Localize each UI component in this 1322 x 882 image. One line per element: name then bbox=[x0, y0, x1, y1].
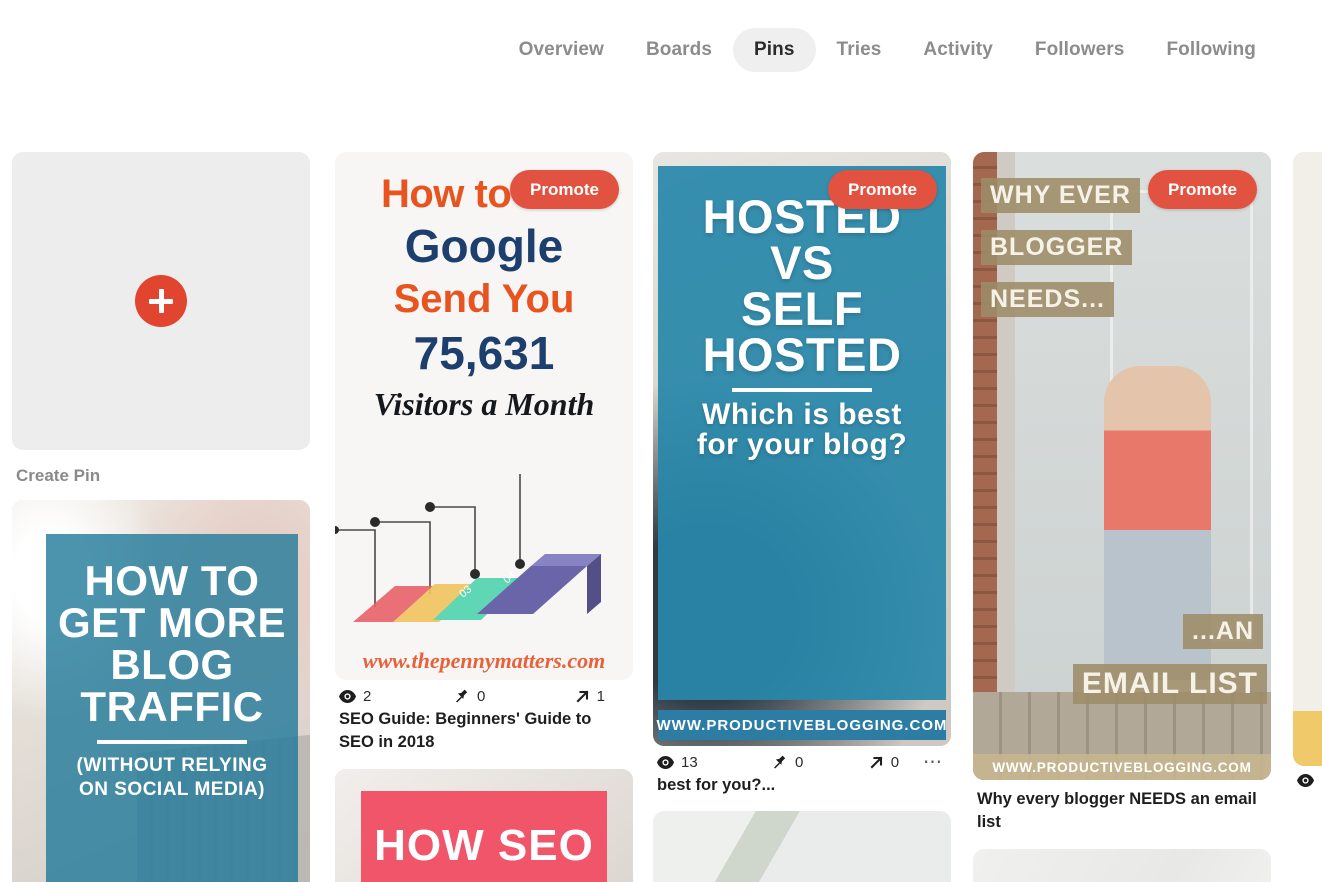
tab-overview[interactable]: Overview bbox=[498, 28, 625, 72]
stat-impressions-value: 2 bbox=[363, 688, 372, 705]
stat-clicks-value: 1 bbox=[596, 688, 605, 705]
pin-art-line-1: HOW SEO bbox=[361, 790, 607, 882]
pin-art-line-1: HOW TO bbox=[84, 557, 260, 604]
grid-column-5 bbox=[1293, 100, 1322, 803]
stat-saves: 0 bbox=[455, 688, 551, 705]
stat-clicks: 1 bbox=[551, 688, 629, 705]
tab-tries[interactable]: Tries bbox=[816, 28, 903, 72]
pin-art-line-3: Send You bbox=[393, 277, 575, 321]
stat-saves-value: 0 bbox=[795, 754, 804, 771]
nav-list: Overview Boards Pins Tries Activity Foll… bbox=[498, 28, 1277, 72]
pin-stats-row bbox=[1293, 766, 1322, 789]
stat-clicks-value: 0 bbox=[890, 754, 900, 771]
pin-art-line-4: ...AN bbox=[1183, 614, 1263, 649]
grid-column-1: Create Pin HOW TO GET MORE BLOG TRAFFIC … bbox=[12, 100, 310, 882]
tab-activity[interactable]: Activity bbox=[902, 28, 1013, 72]
stat-impressions: 13 bbox=[657, 754, 773, 771]
pin-art-line-2: BLOGGER bbox=[981, 230, 1133, 265]
stat-impressions bbox=[1297, 774, 1322, 787]
stat-impressions: 2 bbox=[339, 688, 455, 705]
grid-top-fade bbox=[0, 100, 1322, 140]
pin-image-email-list[interactable]: WHY EVER BLOGGER NEEDS... ...AN EMAIL LI… bbox=[973, 152, 1271, 780]
pin-art-line-3: SELF bbox=[740, 282, 864, 336]
pin-stats-row: 13 0 0 ⋯ bbox=[653, 746, 951, 773]
eye-icon bbox=[657, 756, 674, 769]
pin-image-blog-traffic[interactable]: HOW TO GET MORE BLOG TRAFFIC (WITHOUT RE… bbox=[12, 500, 310, 882]
pin-art-sub-2: for your blog? bbox=[696, 427, 908, 461]
create-pin-card[interactable]: Create Pin bbox=[12, 152, 310, 486]
grid-column-4: WHY EVER BLOGGER NEEDS... ...AN EMAIL LI… bbox=[973, 100, 1271, 882]
pin-card-blog-traffic[interactable]: HOW TO GET MORE BLOG TRAFFIC (WITHOUT RE… bbox=[12, 500, 310, 882]
pin-art-line-3: NEEDS... bbox=[981, 282, 1114, 317]
pin-image-how-seo[interactable]: HOW SEO bbox=[335, 768, 633, 882]
promote-button[interactable]: Promote bbox=[1148, 170, 1257, 209]
pin-art-sub-1: (WITHOUT RELYING bbox=[76, 755, 268, 776]
pin-art-line-2: GET MORE bbox=[57, 599, 286, 646]
grid-column-3: HOSTED VS SELF HOSTED Which is best for … bbox=[653, 100, 951, 882]
pin-art-sub-1: Which is best bbox=[702, 398, 902, 432]
pin-art-line-4: HOSTED bbox=[702, 328, 902, 382]
pin-image-hosted-vs-self[interactable]: HOSTED VS SELF HOSTED Which is best for … bbox=[653, 152, 951, 746]
pin-stats-row: 2 0 1 bbox=[335, 680, 633, 707]
stat-saves: 0 bbox=[773, 754, 869, 771]
pin-icon bbox=[456, 689, 468, 703]
pin-art-line-4: 75,631 bbox=[413, 327, 555, 379]
tab-following[interactable]: Following bbox=[1145, 28, 1277, 72]
stat-impressions-value: 13 bbox=[681, 754, 698, 771]
tab-pins[interactable]: Pins bbox=[733, 28, 816, 72]
eye-icon bbox=[1297, 774, 1314, 787]
create-pin-dropzone[interactable] bbox=[12, 152, 310, 450]
pin-art-line-5: Visitors a Month bbox=[373, 386, 595, 422]
pin-art-url: WWW.PRODUCTIVEBLOGGING.COM bbox=[973, 754, 1271, 780]
pin-image-partial-food[interactable] bbox=[1293, 152, 1322, 766]
pin-icon bbox=[774, 755, 786, 769]
pin-card-seo-guide[interactable]: How to Get Google Send You 75,631 Visito… bbox=[335, 152, 633, 755]
pin-grid: Create Pin HOW TO GET MORE BLOG TRAFFIC … bbox=[0, 100, 1322, 882]
stat-saves-value: 0 bbox=[477, 688, 486, 705]
pin-image-seo-guide[interactable]: How to Get Google Send You 75,631 Visito… bbox=[335, 152, 633, 680]
pin-art-line-2: Google bbox=[404, 220, 564, 272]
pin-art-line-3: BLOG bbox=[110, 641, 234, 688]
pin-title: Why every blogger NEEDS an email list bbox=[977, 790, 1257, 832]
pin-art-url: www.thepennymatters.com bbox=[362, 648, 606, 673]
tab-followers[interactable]: Followers bbox=[1014, 28, 1146, 72]
pin-art-sub-2: ON SOCIAL MEDIA) bbox=[78, 778, 266, 800]
pin-title: SEO Guide: Beginners' Guide to SEO in 20… bbox=[339, 710, 592, 752]
eye-icon bbox=[339, 690, 356, 703]
stat-clicks: 0 ⋯ bbox=[869, 753, 947, 772]
pin-card-hosted-vs-self[interactable]: HOSTED VS SELF HOSTED Which is best for … bbox=[653, 152, 951, 797]
ellipsis-icon[interactable]: ⋯ bbox=[923, 753, 947, 772]
pin-card-partial-marble[interactable] bbox=[973, 848, 1271, 882]
pin-image-partial-plant[interactable] bbox=[653, 811, 951, 882]
pin-art-chart: 03 04 bbox=[335, 462, 633, 642]
pin-card-how-seo[interactable]: HOW SEO bbox=[335, 768, 633, 882]
pin-art-url: WWW.PRODUCTIVEBLOGGING.COM bbox=[657, 710, 947, 740]
profile-tab-bar: Overview Boards Pins Tries Activity Foll… bbox=[0, 0, 1322, 100]
tab-boards[interactable]: Boards bbox=[625, 28, 733, 72]
plus-icon bbox=[135, 275, 187, 327]
pin-image-partial-marble[interactable] bbox=[973, 848, 1271, 882]
create-pin-label: Create Pin bbox=[16, 466, 101, 485]
pin-card-partial-plant[interactable] bbox=[653, 811, 951, 882]
pin-art-line-2: VS bbox=[770, 236, 834, 290]
grid-column-2: How to Get Google Send You 75,631 Visito… bbox=[335, 100, 633, 882]
pin-title: best for you?... bbox=[657, 776, 776, 794]
pin-art-line-5: EMAIL LIST bbox=[1072, 664, 1267, 704]
promote-button[interactable]: Promote bbox=[828, 170, 937, 209]
pin-card-partial-food[interactable] bbox=[1293, 152, 1322, 789]
promote-button[interactable]: Promote bbox=[510, 170, 619, 209]
outbound-arrow-icon bbox=[576, 690, 589, 703]
pin-card-email-list[interactable]: WHY EVER BLOGGER NEEDS... ...AN EMAIL LI… bbox=[973, 152, 1271, 835]
pin-art-line-4: TRAFFIC bbox=[80, 683, 264, 730]
pin-art-line-1: WHY EVER bbox=[981, 178, 1140, 213]
outbound-arrow-icon bbox=[870, 756, 883, 769]
